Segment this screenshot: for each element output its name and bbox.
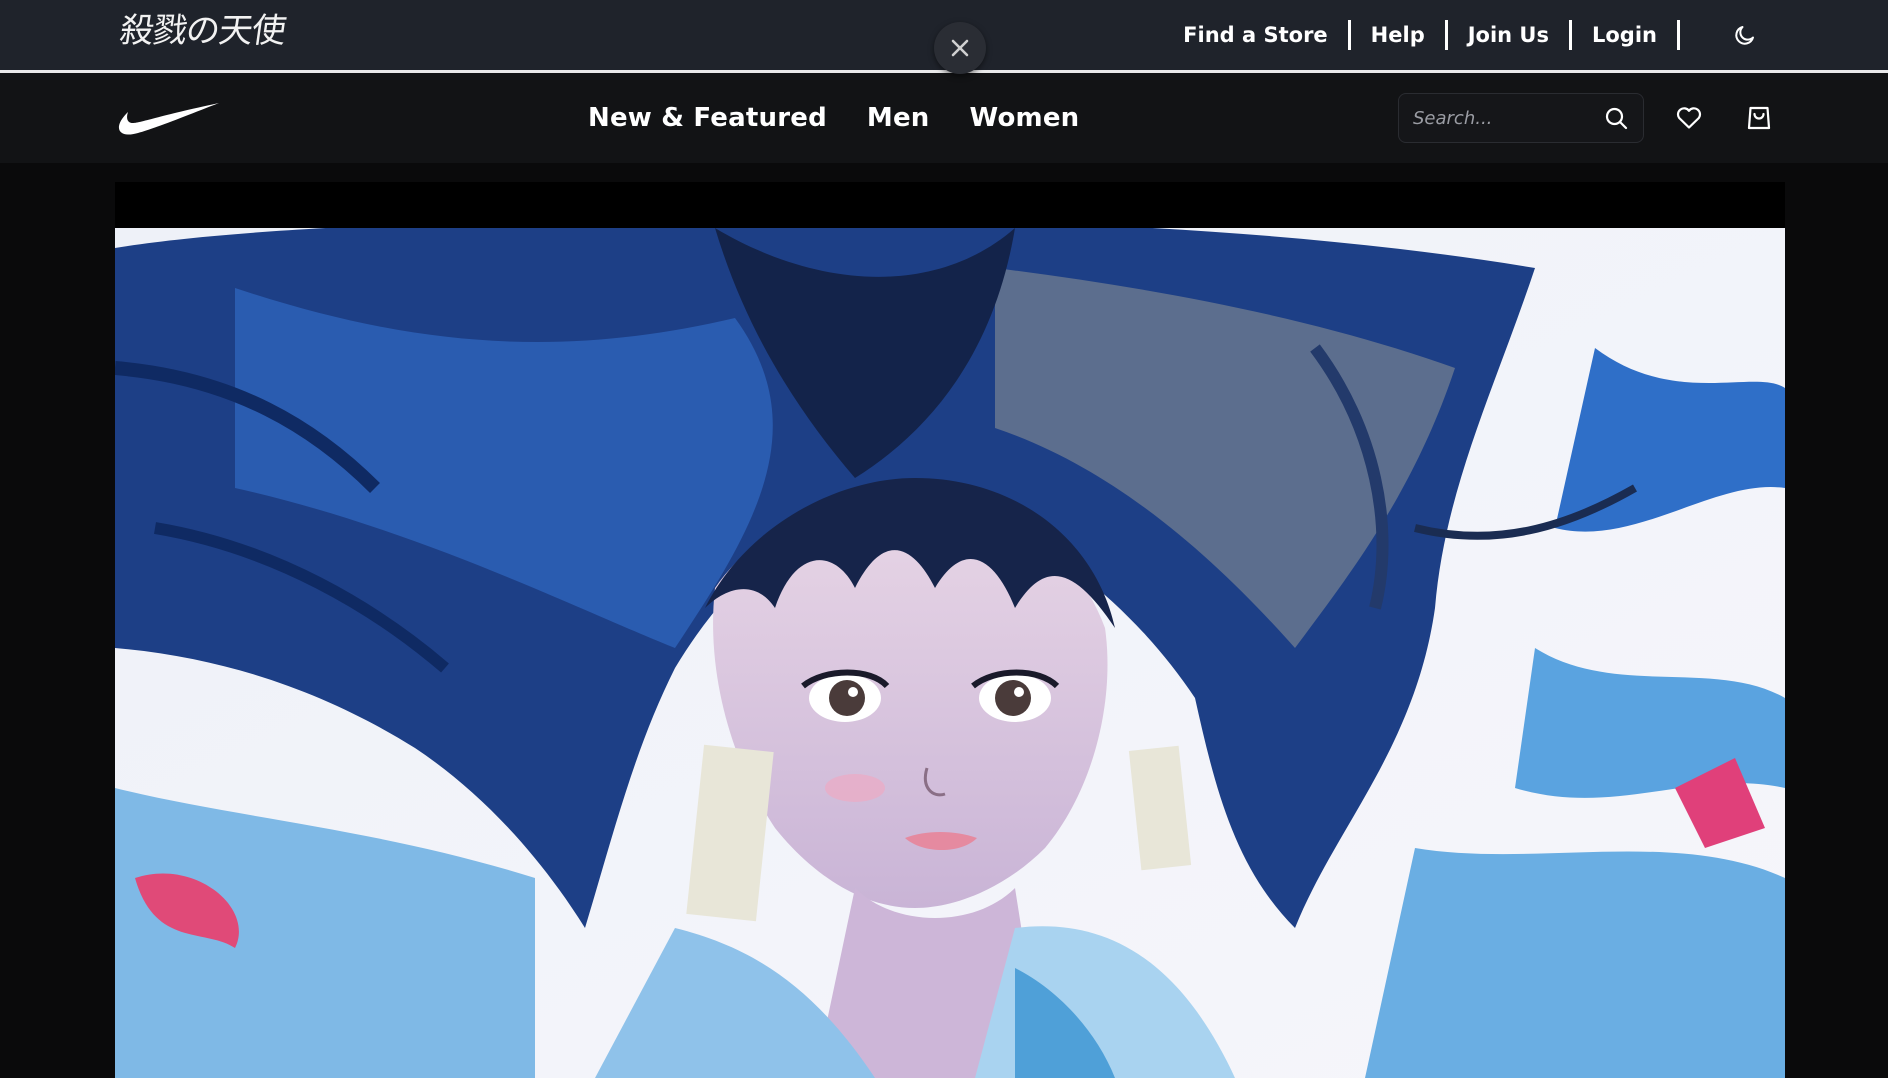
nav-new-featured[interactable]: New & Featured: [588, 103, 827, 133]
help-link[interactable]: Help: [1351, 21, 1445, 49]
swoosh-logo[interactable]: [118, 101, 220, 137]
search-input[interactable]: [1413, 107, 1603, 129]
nav-men[interactable]: Men: [867, 103, 930, 133]
brand-wordmark[interactable]: 殺戮の天使: [117, 8, 288, 54]
find-store-link[interactable]: Find a Store: [1183, 21, 1348, 49]
moon-icon: [1735, 26, 1754, 45]
search-box: [1398, 93, 1644, 143]
theme-toggle-button[interactable]: [1710, 0, 1780, 70]
utility-links: Find a Store Help Join Us Login: [1183, 0, 1888, 70]
nav-women[interactable]: Women: [970, 103, 1080, 133]
close-icon: [951, 39, 969, 57]
hero-banner: [115, 182, 1785, 1078]
heart-icon: [1676, 107, 1702, 129]
primary-categories: New & Featured Men Women: [588, 73, 1079, 163]
shopping-bag-button[interactable]: [1744, 103, 1774, 133]
hero-illustration: [115, 228, 1785, 1078]
login-link[interactable]: Login: [1572, 21, 1677, 49]
shopping-bag-icon: [1747, 106, 1771, 130]
main-nav: New & Featured Men Women: [0, 73, 1888, 163]
divider: [1677, 20, 1680, 50]
favorites-button[interactable]: [1674, 103, 1704, 133]
search-icon[interactable]: [1603, 105, 1629, 131]
join-us-link[interactable]: Join Us: [1448, 21, 1569, 49]
swoosh-logo-icon: [118, 103, 219, 135]
close-button[interactable]: [934, 22, 986, 74]
